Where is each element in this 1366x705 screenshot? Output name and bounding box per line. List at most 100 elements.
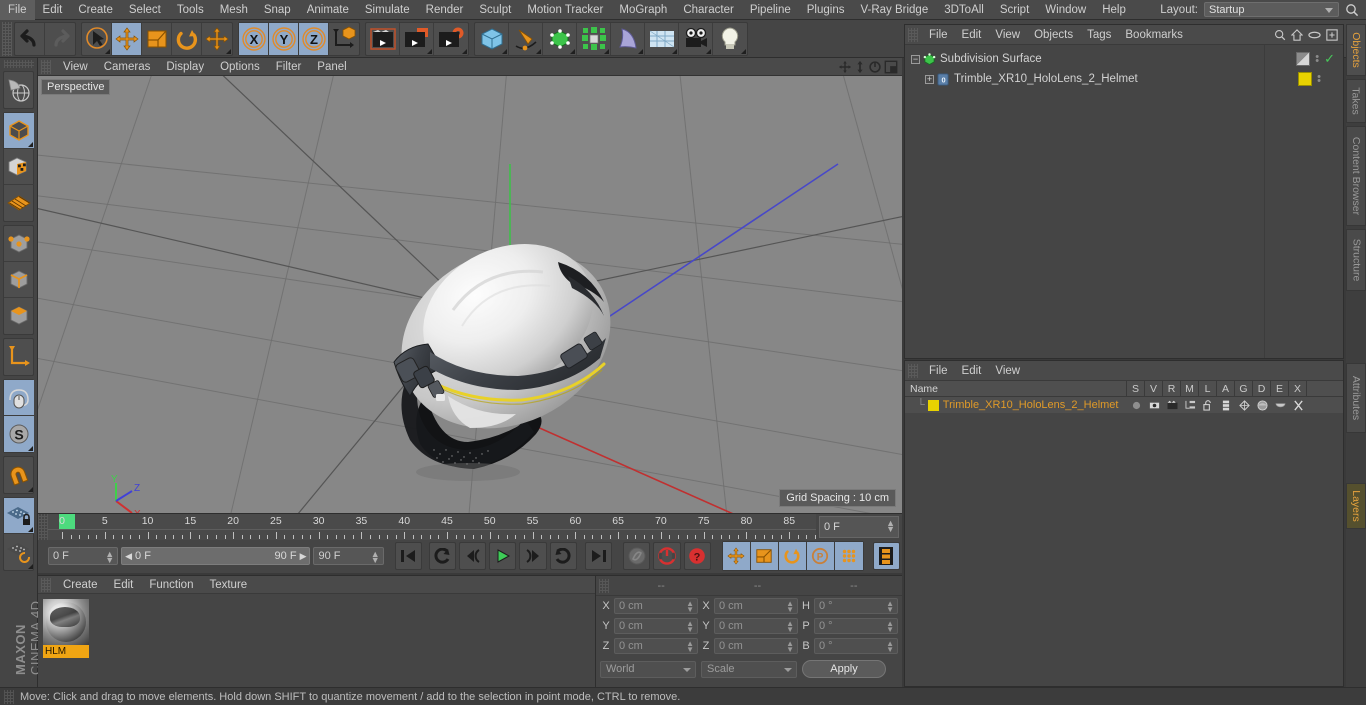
layer-menu-edit[interactable]: Edit bbox=[955, 361, 989, 381]
menu-mograph[interactable]: MoGraph bbox=[611, 0, 675, 20]
search-icon[interactable] bbox=[1274, 29, 1286, 41]
object-menu-objects[interactable]: Objects bbox=[1027, 25, 1080, 45]
spinner-icon[interactable]: ▲ ▼ bbox=[886, 620, 894, 634]
spinner-icon[interactable]: ▲ ▼ bbox=[886, 519, 895, 534]
layer-manager-grip[interactable] bbox=[908, 363, 918, 378]
y-axis-icon[interactable]: Y bbox=[269, 22, 299, 55]
edges-mode-icon[interactable] bbox=[4, 262, 34, 298]
object-axis-icon[interactable] bbox=[4, 339, 34, 375]
collapse-toggle-icon[interactable]: − bbox=[911, 54, 920, 64]
scene-floor-icon[interactable] bbox=[645, 22, 679, 55]
object-menu-tags[interactable]: Tags bbox=[1080, 25, 1118, 45]
key-rotation-icon[interactable] bbox=[778, 542, 807, 570]
tab-takes[interactable]: Takes bbox=[1346, 79, 1366, 123]
rotate-icon[interactable] bbox=[172, 22, 202, 55]
menu-snap[interactable]: Snap bbox=[256, 0, 299, 20]
new-layer-icon[interactable] bbox=[1326, 28, 1338, 41]
visible-eye-icon[interactable] bbox=[1145, 401, 1163, 410]
column-header-e[interactable]: E bbox=[1271, 381, 1289, 396]
layer-menu-view[interactable]: View bbox=[988, 361, 1027, 381]
step-back-icon[interactable] bbox=[459, 542, 487, 570]
viewport-menu-cameras[interactable]: Cameras bbox=[96, 58, 159, 76]
column-header-g[interactable]: G bbox=[1235, 381, 1253, 396]
render-clapper-icon[interactable] bbox=[1163, 400, 1181, 410]
column-header-x[interactable]: X bbox=[1289, 381, 1307, 396]
timeline-ruler[interactable]: 051015202530354045505560657075808590 bbox=[48, 514, 816, 540]
rotate-view-icon[interactable] bbox=[868, 60, 882, 74]
go-to-start-icon[interactable] bbox=[394, 542, 422, 570]
column-header-v[interactable]: V bbox=[1145, 381, 1163, 396]
column-header-r[interactable]: R bbox=[1163, 381, 1181, 396]
tab-content-browser[interactable]: Content Browser bbox=[1346, 126, 1366, 226]
material-grip[interactable] bbox=[41, 577, 51, 592]
key-scale-icon[interactable] bbox=[750, 542, 779, 570]
menu-file[interactable]: File bbox=[0, 0, 35, 20]
current-frame-field[interactable]: 0 F ▲ ▼ bbox=[48, 547, 119, 565]
previous-key-icon[interactable] bbox=[428, 542, 457, 570]
home-icon[interactable] bbox=[1291, 28, 1303, 41]
column-header-s[interactable]: S bbox=[1127, 381, 1145, 396]
column-header-a[interactable]: A bbox=[1217, 381, 1235, 396]
viewport-3d[interactable]: Perspective Grid Spacing : 10 cm Y X Z bbox=[38, 76, 902, 513]
generator-nurbs-icon[interactable] bbox=[543, 22, 577, 55]
spinner-icon[interactable]: ▲ ▼ bbox=[371, 550, 380, 565]
expand-toggle-icon[interactable]: + bbox=[925, 74, 934, 84]
material-menu-function[interactable]: Function bbox=[141, 576, 201, 594]
spinner-icon[interactable]: ▲ ▼ bbox=[105, 550, 114, 565]
object-menu-edit[interactable]: Edit bbox=[955, 25, 989, 45]
ellipse-icon[interactable] bbox=[1308, 30, 1321, 40]
spinner-icon[interactable]: ▲ ▼ bbox=[686, 620, 694, 634]
scale-icon[interactable] bbox=[142, 22, 172, 55]
autokey-link-icon[interactable] bbox=[623, 542, 651, 570]
camera-icon[interactable] bbox=[679, 22, 713, 55]
menu-plugins[interactable]: Plugins bbox=[799, 0, 853, 20]
viewport-menu-options[interactable]: Options bbox=[212, 58, 268, 76]
viewport-menu-view[interactable]: View bbox=[55, 58, 96, 76]
object-row-helmet[interactable]: + 0 Trimble_XR10_HoloLens_2_Helmet • • bbox=[905, 69, 1343, 89]
menu-select[interactable]: Select bbox=[121, 0, 169, 20]
material-list[interactable]: HLM bbox=[38, 594, 595, 666]
spinner-icon[interactable]: ▲ ▼ bbox=[786, 640, 794, 654]
menu-window[interactable]: Window bbox=[1037, 0, 1094, 20]
enable-snap-icon[interactable]: S bbox=[4, 416, 34, 452]
menu-render[interactable]: Render bbox=[418, 0, 472, 20]
display-tag-icon[interactable] bbox=[1296, 52, 1311, 66]
autokeying-icon[interactable]: ? bbox=[683, 542, 711, 570]
step-forward-icon[interactable] bbox=[519, 542, 547, 570]
light-bulb-icon[interactable] bbox=[713, 23, 747, 55]
menu-help[interactable]: Help bbox=[1094, 0, 1134, 20]
maximize-view-icon[interactable] bbox=[884, 60, 898, 74]
key-pla-icon[interactable] bbox=[834, 542, 863, 570]
magnet-tool-icon[interactable] bbox=[4, 457, 34, 493]
menu-simulate[interactable]: Simulate bbox=[357, 0, 418, 20]
position-x-input[interactable]: 0 cm ▲ ▼ bbox=[614, 598, 698, 614]
menu-script[interactable]: Script bbox=[992, 0, 1037, 20]
material-item[interactable]: HLM bbox=[43, 599, 89, 661]
position-y-input[interactable]: 0 cm ▲ ▼ bbox=[614, 618, 698, 634]
render-settings-icon[interactable] bbox=[434, 23, 468, 55]
spinner-icon[interactable]: ▲ ▼ bbox=[786, 620, 794, 634]
model-mode-icon[interactable] bbox=[4, 113, 34, 149]
material-menu-texture[interactable]: Texture bbox=[201, 576, 255, 594]
menu-character[interactable]: Character bbox=[675, 0, 742, 20]
undo-icon[interactable] bbox=[15, 22, 45, 55]
rotation-p-input[interactable]: 0 ° ▲ ▼ bbox=[814, 618, 898, 634]
rotation-b-input[interactable]: 0 ° ▲ ▼ bbox=[814, 638, 898, 654]
z-axis-icon[interactable]: Z bbox=[299, 22, 329, 55]
lock-open-icon[interactable] bbox=[1199, 399, 1217, 411]
mograph-cloner-icon[interactable] bbox=[577, 22, 611, 55]
check-icon[interactable]: ✓ bbox=[1324, 51, 1335, 67]
go-to-end-icon[interactable] bbox=[584, 542, 613, 570]
timeline-grip[interactable] bbox=[38, 514, 48, 540]
world-object-axis-icon[interactable] bbox=[329, 23, 359, 55]
coord-system-dropdown[interactable]: World bbox=[600, 660, 696, 678]
menu-motion-tracker[interactable]: Motion Tracker bbox=[519, 0, 611, 20]
layer-row-name[interactable]: └ Trimble_XR10_HoloLens_2_Helmet bbox=[905, 399, 1127, 411]
range-left-arrow-icon[interactable]: ◀ bbox=[125, 551, 132, 562]
menu-edit[interactable]: Edit bbox=[35, 0, 71, 20]
rotation-h-input[interactable]: 0 ° ▲ ▼ bbox=[814, 598, 898, 614]
cube-primitive-icon[interactable] bbox=[475, 22, 509, 55]
spinner-icon[interactable]: ▲ ▼ bbox=[786, 600, 794, 614]
object-manager-grip[interactable] bbox=[908, 27, 918, 42]
spinner-icon[interactable]: ▲ ▼ bbox=[686, 640, 694, 654]
